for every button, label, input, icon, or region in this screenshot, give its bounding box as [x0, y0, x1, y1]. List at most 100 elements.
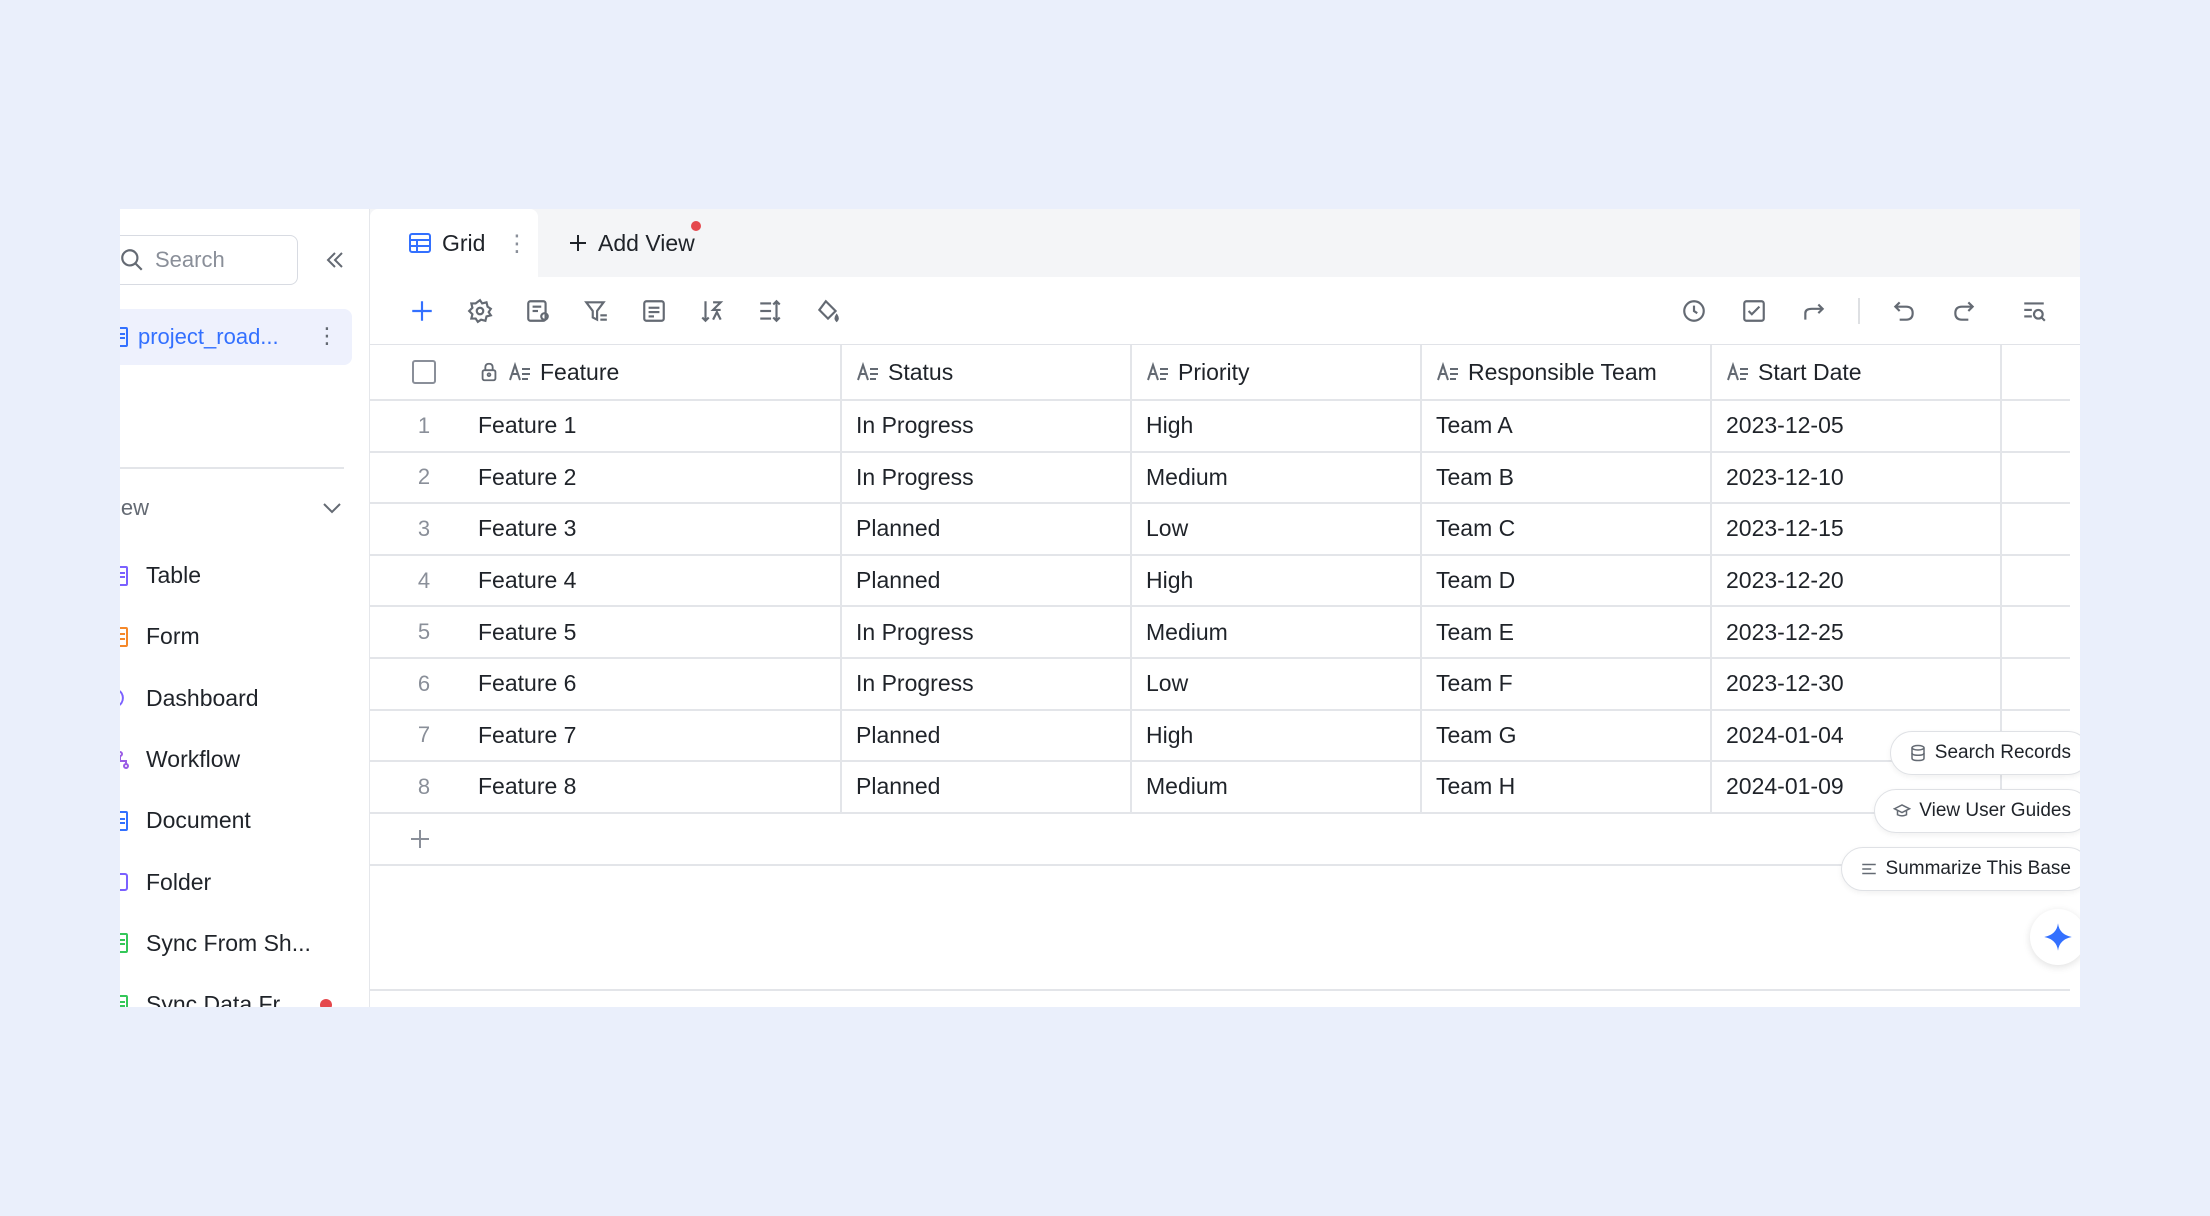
priority-cell[interactable]: High — [1132, 401, 1422, 451]
team-cell[interactable]: Team F — [1422, 658, 1712, 709]
table-row[interactable]: 5 Feature 5 In Progress Medium Team E 2023-12… — [370, 607, 2070, 659]
column-header-responsible-team[interactable]: Responsible Team — [1422, 345, 1712, 399]
more-vertical-icon[interactable]: ⋮ — [316, 323, 338, 349]
add-view-button[interactable]: Add View — [566, 209, 701, 277]
status-cell[interactable]: In Progress — [842, 401, 1132, 451]
view-user-guides-button[interactable]: View User Guides — [1874, 789, 2080, 833]
table-row[interactable]: 4 Feature 4 Planned High Team D 2023-12-20 — [370, 555, 2070, 608]
priority-cell[interactable]: Low — [1132, 504, 1422, 554]
history-button[interactable] — [1678, 295, 1710, 327]
row-height-button[interactable] — [754, 295, 786, 327]
search-table-button[interactable] — [2018, 295, 2050, 327]
priority-cell[interactable]: Medium — [1132, 762, 1422, 812]
notification-dot — [690, 221, 701, 231]
start-date-cell[interactable]: 2023-12-05 — [1712, 401, 2002, 451]
more-vertical-icon[interactable]: ⋮ — [505, 230, 528, 257]
start-date-cell[interactable]: 2023-12-10 — [1712, 452, 2002, 503]
table-row[interactable]: 7 Feature 7 Planned High Team G 2024-01-04 — [370, 710, 2070, 763]
feature-cell[interactable]: Feature 3 — [478, 504, 842, 554]
team-cell[interactable]: Team H — [1422, 762, 1712, 812]
sidebar-item-sync-data[interactable]: Sync Data Fr... — [120, 974, 366, 1007]
start-date-cell[interactable]: 2023-12-25 — [1712, 607, 2002, 657]
start-date-cell[interactable]: 2023-12-20 — [1712, 555, 2002, 606]
sidebar-item-document[interactable]: Document — [120, 790, 366, 851]
feature-cell[interactable]: Feature 5 — [478, 607, 842, 657]
feature-cell[interactable]: Feature 8 — [478, 762, 842, 812]
table-row[interactable]: 1 Feature 1 In Progress High Team A 2023-12-0… — [370, 401, 2070, 453]
create-list: Table Form Dashboard Workflow Document F… — [120, 545, 366, 1007]
table-row[interactable]: 2 Feature 2 In Progress Medium Team B 2023-12… — [370, 452, 2070, 505]
grid-header-row: Feature Status Priority Responsible Team… — [370, 345, 2070, 401]
team-cell[interactable]: Team B — [1422, 452, 1712, 503]
add-row-button[interactable] — [370, 814, 2070, 866]
feature-cell[interactable]: Feature 1 — [478, 401, 842, 451]
table-row[interactable]: 6 Feature 6 In Progress Low Team F 2023-12-30 — [370, 658, 2070, 711]
filter-button[interactable] — [580, 295, 612, 327]
priority-cell[interactable]: High — [1132, 710, 1422, 761]
tasks-button[interactable] — [1738, 295, 1770, 327]
status-cell[interactable]: Planned — [842, 504, 1132, 554]
sidebar-item-folder[interactable]: Folder — [120, 851, 366, 912]
share-button[interactable] — [1798, 295, 1830, 327]
sidebar-search-input[interactable]: Search — [120, 235, 298, 285]
sidebar-file-item[interactable]: project_road... ⋮ — [120, 309, 352, 365]
plus-icon — [412, 301, 432, 321]
sidebar-item-table[interactable]: Table — [120, 545, 366, 606]
add-record-button[interactable] — [406, 295, 438, 327]
status-cell[interactable]: In Progress — [842, 658, 1132, 709]
priority-cell[interactable]: Medium — [1132, 452, 1422, 503]
team-cell[interactable]: Team E — [1422, 607, 1712, 657]
undo-icon — [1893, 301, 1914, 321]
table-file-icon — [120, 326, 128, 348]
summarize-base-button[interactable]: Summarize This Base — [1840, 847, 2080, 891]
redo-button[interactable] — [1948, 295, 1980, 327]
team-cell[interactable]: Team A — [1422, 401, 1712, 451]
fill-color-button[interactable] — [812, 295, 844, 327]
sidebar-item-sync-from-sheet[interactable]: Sync From Sh... — [120, 913, 366, 974]
document-icon — [120, 810, 130, 832]
priority-cell[interactable]: Low — [1132, 658, 1422, 709]
start-date-cell[interactable]: 2023-12-30 — [1712, 658, 2002, 709]
status-cell[interactable]: In Progress — [842, 452, 1132, 503]
start-date-cell[interactable]: 2023-12-15 — [1712, 504, 2002, 554]
search-records-button[interactable]: Search Records — [1889, 731, 2080, 775]
priority-cell[interactable]: Medium — [1132, 607, 1422, 657]
double-chevron-left-icon — [323, 248, 347, 272]
status-cell[interactable]: Planned — [842, 710, 1132, 761]
status-cell[interactable]: In Progress — [842, 607, 1132, 657]
table-row[interactable]: 8 Feature 8 Planned Medium Team H 2024-01-09 — [370, 762, 2070, 814]
feature-cell[interactable]: Feature 6 — [478, 658, 842, 709]
group-button[interactable] — [638, 295, 670, 327]
status-cell[interactable]: Planned — [842, 762, 1132, 812]
column-header-status[interactable]: Status — [842, 345, 1132, 399]
feature-cell[interactable]: Feature 7 — [478, 710, 842, 761]
team-cell[interactable]: Team D — [1422, 555, 1712, 606]
column-header-start-date[interactable]: Start Date — [1712, 345, 2002, 399]
ai-assistant-button[interactable] — [2030, 909, 2080, 965]
undo-button[interactable] — [1888, 295, 1920, 327]
column-header-label: Start Date — [1758, 358, 1862, 385]
select-all-checkbox[interactable] — [412, 360, 436, 384]
sidebar-item-form[interactable]: Form — [120, 606, 366, 667]
status-cell[interactable]: Planned — [842, 555, 1132, 606]
column-header-feature[interactable]: Feature — [478, 345, 842, 399]
team-cell[interactable]: Team C — [1422, 504, 1712, 554]
team-cell[interactable]: Team G — [1422, 710, 1712, 761]
select-all-cell[interactable] — [370, 345, 478, 399]
sidebar-item-workflow[interactable]: Workflow — [120, 729, 366, 790]
sidebar-item-dashboard[interactable]: Dashboard — [120, 668, 366, 729]
view-section-header[interactable]: iew — [120, 495, 344, 521]
grid-footer-divider — [370, 989, 2070, 991]
sort-button[interactable] — [696, 295, 728, 327]
tab-grid[interactable]: Grid ⋮ — [370, 209, 538, 277]
fields-button[interactable] — [522, 295, 554, 327]
feature-cell[interactable]: Feature 4 — [478, 555, 842, 606]
toolbar-divider — [1858, 298, 1860, 324]
collapse-sidebar-button[interactable] — [318, 243, 352, 277]
column-header-priority[interactable]: Priority — [1132, 345, 1422, 399]
text-field-icon — [1436, 361, 1460, 383]
table-row[interactable]: 3 Feature 3 Planned Low Team C 2023-12-15 — [370, 504, 2070, 556]
feature-cell[interactable]: Feature 2 — [478, 452, 842, 503]
priority-cell[interactable]: High — [1132, 555, 1422, 606]
settings-button[interactable] — [464, 295, 496, 327]
